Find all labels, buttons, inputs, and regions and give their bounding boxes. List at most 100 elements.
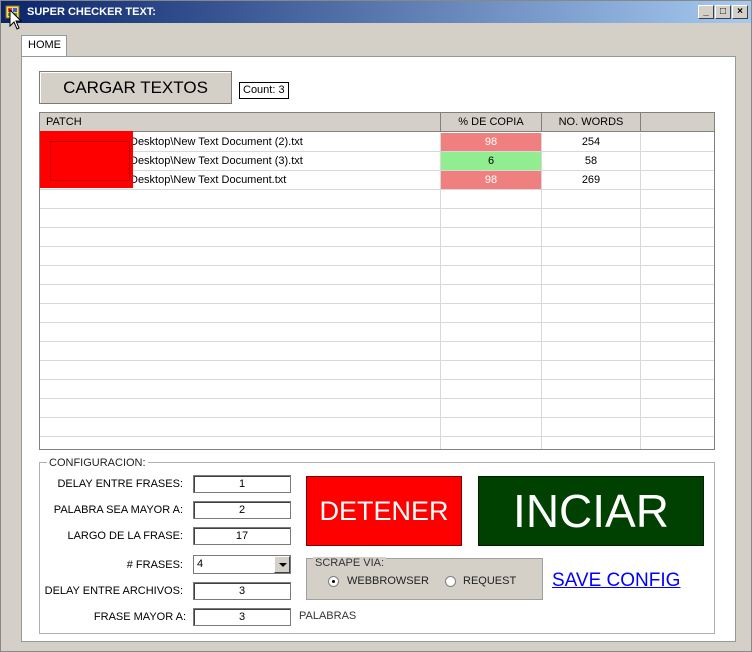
cell-path: [40, 190, 441, 208]
cell-path: [40, 285, 441, 303]
cell-word-count: [542, 209, 641, 227]
cell-filler: [641, 266, 714, 284]
empty-table-row[interactable]: [40, 190, 714, 209]
cell-word-count: [542, 380, 641, 398]
cell-copy-percent: [441, 418, 542, 436]
redaction-inner: [50, 141, 130, 181]
save-config-link[interactable]: SAVE CONFIG: [552, 570, 680, 592]
start-button[interactable]: INCIAR: [478, 476, 704, 546]
palabra-mayor-input[interactable]: 2: [193, 501, 291, 519]
cell-filler: [641, 285, 714, 303]
column-header-copy-percent[interactable]: % DE COPIA: [441, 113, 542, 132]
palabras-label: PALABRAS: [299, 610, 357, 622]
cell-path: [40, 342, 441, 360]
cell-path: [40, 361, 441, 379]
empty-table-row[interactable]: [40, 323, 714, 342]
empty-table-row[interactable]: [40, 266, 714, 285]
cell-copy-percent: [441, 399, 542, 417]
table-row[interactable]: Desktop\New Text Document (2).txt 98 254: [40, 133, 714, 152]
frase-mayor-input[interactable]: 3: [193, 608, 291, 626]
cell-copy-percent: 6: [441, 152, 542, 170]
empty-table-row[interactable]: [40, 304, 714, 323]
delay-frases-label: DELAY ENTRE FRASES:: [57, 478, 183, 490]
cell-path: [40, 247, 441, 265]
cell-word-count: [542, 342, 641, 360]
cell-filler: [641, 133, 714, 151]
empty-table-row[interactable]: [40, 380, 714, 399]
maximize-button[interactable]: □: [715, 5, 731, 19]
minimize-button[interactable]: _: [698, 5, 714, 19]
num-frases-value: 4: [197, 558, 204, 570]
stop-button[interactable]: DETENER: [306, 476, 462, 546]
cell-copy-percent: [441, 190, 542, 208]
mouse-cursor-icon: [9, 9, 23, 30]
cell-filler: [641, 171, 714, 189]
radio-webbrowser[interactable]: [328, 576, 339, 587]
cell-word-count: [542, 247, 641, 265]
cell-copy-percent: 98: [441, 133, 542, 151]
chevron-down-icon[interactable]: [274, 556, 290, 573]
cell-copy-percent: [441, 209, 542, 227]
frase-mayor-label: FRASE MAYOR A:: [93, 611, 186, 623]
cell-path: [40, 437, 441, 449]
column-header-filler: [641, 113, 714, 132]
cell-path: [40, 418, 441, 436]
cell-word-count: [542, 361, 641, 379]
delay-archivos-input[interactable]: 3: [193, 582, 291, 600]
cell-copy-percent: 98: [441, 171, 542, 189]
cell-copy-percent: [441, 266, 542, 284]
empty-table-row[interactable]: [40, 399, 714, 418]
radio-request-label[interactable]: REQUEST: [463, 575, 516, 587]
empty-table-row[interactable]: [40, 437, 714, 449]
radio-request[interactable]: [445, 576, 456, 587]
cell-path: [40, 304, 441, 322]
empty-table-row[interactable]: [40, 228, 714, 247]
cell-copy-percent: [441, 228, 542, 246]
empty-table-row[interactable]: [40, 418, 714, 437]
cell-filler: [641, 399, 714, 417]
cell-filler: [641, 380, 714, 398]
cell-word-count: [542, 190, 641, 208]
redaction-box: [40, 131, 133, 188]
cell-filler: [641, 190, 714, 208]
tab-home[interactable]: HOME: [21, 35, 67, 57]
table-row[interactable]: Desktop\New Text Document.txt 98 269: [40, 171, 714, 190]
cell-filler: [641, 152, 714, 170]
cell-path: [40, 380, 441, 398]
empty-table-row[interactable]: [40, 361, 714, 380]
empty-table-row[interactable]: [40, 209, 714, 228]
window-title: SUPER CHECKER TEXT:: [27, 6, 156, 18]
empty-table-row[interactable]: [40, 342, 714, 361]
config-legend: CONFIGURACION:: [47, 457, 148, 469]
cell-word-count: [542, 304, 641, 322]
cell-filler: [641, 342, 714, 360]
cell-copy-percent: [441, 342, 542, 360]
delay-frases-input[interactable]: 1: [193, 475, 291, 493]
cell-copy-percent: [441, 361, 542, 379]
column-header-word-count[interactable]: NO. WORDS: [542, 113, 641, 132]
cell-filler: [641, 228, 714, 246]
cell-copy-percent: [441, 323, 542, 341]
cell-filler: [641, 247, 714, 265]
cell-word-count: [542, 323, 641, 341]
cell-filler: [641, 361, 714, 379]
cell-word-count: [542, 418, 641, 436]
empty-table-row[interactable]: [40, 247, 714, 266]
radio-webbrowser-label[interactable]: WEBBROWSER: [347, 575, 429, 587]
cell-path: [40, 209, 441, 227]
table-row[interactable]: Desktop\New Text Document (3).txt 6 58: [40, 152, 714, 171]
cell-word-count: 58: [542, 152, 641, 170]
column-header-patch[interactable]: PATCH: [40, 113, 441, 132]
results-grid[interactable]: PATCH % DE COPIA NO. WORDS Desktop\New T…: [39, 112, 715, 450]
palabra-mayor-label: PALABRA SEA MAYOR A:: [53, 504, 183, 516]
cell-word-count: [542, 228, 641, 246]
cell-copy-percent: [441, 380, 542, 398]
num-frases-select[interactable]: 4: [193, 555, 291, 574]
largo-frase-input[interactable]: 17: [193, 527, 291, 545]
empty-table-row[interactable]: [40, 285, 714, 304]
largo-frase-label: LARGO DE LA FRASE:: [67, 530, 183, 542]
load-texts-button[interactable]: CARGAR TEXTOS: [39, 71, 232, 104]
cell-path: [40, 266, 441, 284]
close-button[interactable]: ×: [732, 5, 748, 19]
cell-filler: [641, 209, 714, 227]
